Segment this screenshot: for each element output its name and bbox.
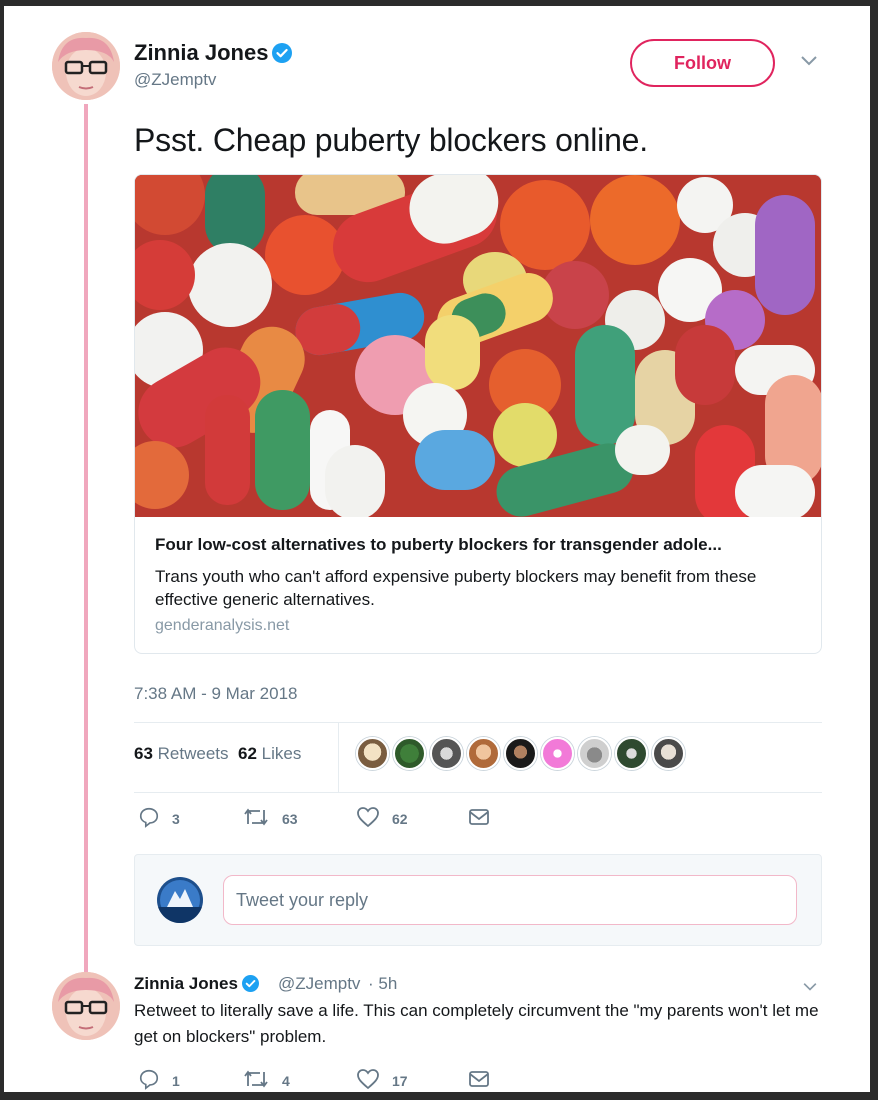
card-domain[interactable]: genderanalysis.net (155, 617, 289, 635)
envelope-icon[interactable] (468, 1070, 502, 1091)
reply-author-avatar[interactable] (52, 972, 120, 1040)
likes-label[interactable]: Likes (262, 744, 302, 763)
thread-line (84, 104, 88, 976)
card-image-pills[interactable] (135, 175, 821, 517)
liker-avatar[interactable] (541, 737, 574, 770)
liker-avatar[interactable] (467, 737, 500, 770)
liker-avatar[interactable] (578, 737, 611, 770)
likes-count[interactable]: 62 (238, 744, 257, 763)
reply-like-action[interactable]: 17 (356, 1068, 468, 1092)
reply-icon[interactable] (138, 806, 172, 831)
reply-reply-count: 1 (172, 1072, 180, 1089)
chevron-down-icon[interactable] (802, 979, 818, 997)
reply-author-handle[interactable]: @ZJemptv (278, 974, 360, 994)
tweet-stats: 63 Retweets 62 Likes (134, 744, 301, 764)
divider-bottom (134, 792, 822, 793)
reply-author-name-text[interactable]: Zinnia Jones (134, 974, 238, 993)
reply-action[interactable]: 3 (138, 806, 242, 831)
author-handle[interactable]: @ZJemptv (134, 70, 216, 90)
current-user-avatar (157, 877, 203, 923)
liker-avatar[interactable] (504, 737, 537, 770)
reply-message-action[interactable] (468, 1070, 502, 1091)
tweet-page: Zinnia Jones @ZJemptv Follow Psst. Cheap… (4, 6, 870, 1092)
liker-avatar[interactable] (356, 737, 389, 770)
verified-badge-icon (241, 975, 259, 997)
retweets-count[interactable]: 63 (134, 744, 153, 763)
reply-count: 3 (172, 810, 180, 827)
link-card[interactable]: Four low-cost alternatives to puberty bl… (134, 174, 822, 654)
reply-like-count: 17 (392, 1072, 408, 1089)
heart-icon[interactable] (356, 806, 392, 831)
retweet-count: 63 (282, 810, 298, 827)
reply-reply-action[interactable]: 1 (138, 1068, 242, 1092)
heart-icon[interactable] (356, 1068, 392, 1092)
reply-icon[interactable] (138, 1068, 172, 1092)
tweet-actions: 3 63 62 (138, 806, 502, 831)
retweets-label[interactable]: Retweets (158, 744, 229, 763)
retweet-icon[interactable] (242, 1068, 282, 1092)
card-title[interactable]: Four low-cost alternatives to puberty bl… (155, 535, 805, 555)
author-name[interactable]: Zinnia Jones (134, 40, 293, 69)
card-description: Trans youth who can't afford expensive p… (155, 567, 757, 609)
author-avatar[interactable] (52, 32, 120, 100)
liker-avatars (356, 737, 685, 770)
retweet-icon[interactable] (242, 806, 282, 831)
like-action[interactable]: 62 (356, 806, 468, 831)
envelope-icon[interactable] (468, 808, 502, 829)
tweet-text: Psst. Cheap puberty blockers online. (134, 122, 648, 158)
liker-avatar[interactable] (393, 737, 426, 770)
follow-button[interactable]: Follow (630, 39, 775, 87)
liker-avatar[interactable] (615, 737, 648, 770)
message-action[interactable] (468, 808, 502, 829)
reply-actions: 1 4 17 (138, 1068, 502, 1092)
liker-avatar[interactable] (652, 737, 685, 770)
reply-retweet-action[interactable]: 4 (242, 1068, 356, 1092)
retweets-stat[interactable]: 63 Retweets (134, 744, 229, 763)
reply-input[interactable] (223, 875, 797, 925)
reply-retweet-count: 4 (282, 1072, 290, 1089)
author-name-text[interactable]: Zinnia Jones (134, 40, 268, 65)
likes-stat[interactable]: 62 Likes (238, 744, 301, 763)
reply-text: Retweet to literally save a life. This c… (134, 1001, 819, 1046)
like-count: 62 (392, 810, 408, 827)
verified-badge-icon (272, 43, 293, 69)
divider-top (134, 722, 822, 723)
tweet-timestamp[interactable]: 7:38 AM - 9 Mar 2018 (134, 684, 297, 704)
screenshot-bottom-edge (0, 1092, 878, 1100)
retweet-action[interactable]: 63 (242, 806, 356, 831)
reply-author-name[interactable]: Zinnia Jones (134, 974, 259, 997)
reply-time[interactable]: · 5h (368, 974, 397, 994)
chevron-down-icon[interactable] (800, 54, 818, 72)
reply-composer (134, 854, 822, 946)
stats-vertical-divider (338, 722, 339, 792)
liker-avatar[interactable] (430, 737, 463, 770)
